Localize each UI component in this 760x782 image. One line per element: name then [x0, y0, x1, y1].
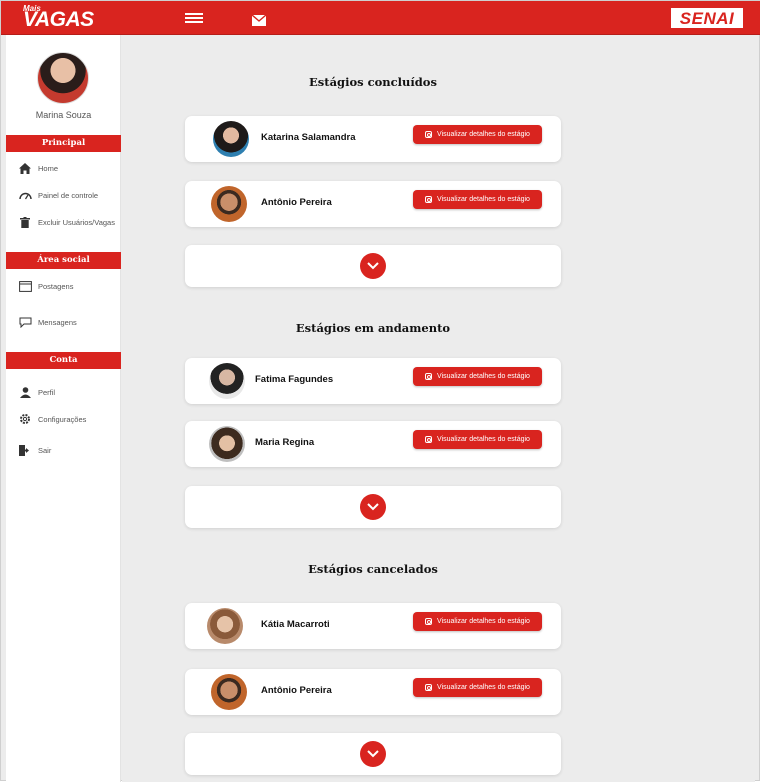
show-more-card [185, 733, 561, 775]
gear-icon [18, 412, 32, 426]
expand-button[interactable] [360, 494, 386, 520]
button-label: Visualizar detalhes do estágio [437, 436, 530, 443]
top-bar: Mais VAGAS SENAI [1, 1, 760, 35]
section-header-conta: Conta [6, 352, 121, 369]
posts-icon [18, 279, 32, 293]
main-content: Estágios concluídos Katarina Salamandra … [122, 35, 755, 782]
sidebar-item-label: Sair [38, 445, 52, 455]
section-header-area-social: Área social [6, 252, 121, 269]
senai-logo: SENAI [671, 8, 743, 28]
search-icon [425, 373, 433, 380]
button-label: Visualizar detalhes do estágio [437, 618, 530, 625]
home-icon [18, 161, 32, 175]
chat-icon [18, 315, 32, 329]
show-more-card [185, 245, 561, 287]
sidebar-item-label: Configurações [38, 414, 87, 424]
person-avatar [209, 363, 245, 399]
hamburger-icon[interactable] [185, 13, 205, 25]
envelope-icon[interactable] [251, 13, 268, 26]
sidebar-item-painel[interactable]: Painel de controle [18, 187, 98, 203]
section-header-principal: Principal [6, 135, 121, 152]
sidebar-item-label: Painel de controle [38, 190, 99, 200]
button-label: Visualizar detalhes do estágio [437, 196, 530, 203]
sidebar: Marina Souza Principal Home Painel de co… [6, 35, 121, 782]
user-name: Marina Souza [35, 110, 92, 120]
dashboard-icon [18, 188, 32, 202]
sidebar-item-sair[interactable]: Sair [18, 442, 51, 458]
person-name: Antônio Pereira [261, 685, 332, 696]
chevron-down-icon [367, 503, 379, 511]
logout-icon [18, 443, 32, 457]
view-details-button[interactable]: Visualizar detalhes do estágio [413, 612, 542, 631]
view-details-button[interactable]: Visualizar detalhes do estágio [413, 125, 542, 144]
person-name: Maria Regina [255, 437, 315, 448]
internship-card: Fatima Fagundes Visualizar detalhes do e… [185, 358, 561, 404]
search-icon [425, 618, 433, 625]
search-icon [425, 684, 433, 691]
person-name: Kátia Macarroti [261, 619, 330, 630]
view-details-button[interactable]: Visualizar detalhes do estágio [413, 190, 542, 209]
expand-button[interactable] [360, 253, 386, 279]
internship-card: Katarina Salamandra Visualizar detalhes … [185, 116, 561, 162]
search-icon [425, 196, 433, 203]
internship-card: Antônio Pereira Visualizar detalhes do e… [185, 669, 561, 715]
person-avatar [211, 674, 247, 710]
show-more-card [185, 486, 561, 528]
app-window: Mais VAGAS SENAI Marina Souza Principal … [0, 0, 760, 782]
sidebar-item-excluir[interactable]: Excluir Usuários/Vagas [18, 214, 115, 230]
person-avatar [213, 121, 249, 157]
search-icon [425, 131, 433, 138]
sidebar-item-label: Mensagens [38, 317, 77, 327]
sidebar-item-configuracoes[interactable]: Configurações [18, 411, 86, 427]
sidebar-item-label: Postagens [38, 281, 74, 291]
sidebar-item-postagens[interactable]: Postagens [18, 278, 73, 294]
search-icon [425, 436, 433, 443]
sidebar-item-label: Home [38, 163, 59, 173]
person-avatar [211, 186, 247, 222]
section-title-em-andamento: Estágios em andamento [295, 321, 451, 335]
sidebar-item-home[interactable]: Home [18, 160, 58, 176]
person-name: Fatima Fagundes [255, 374, 334, 385]
internship-card: Kátia Macarroti Visualizar detalhes do e… [185, 603, 561, 649]
sidebar-item-label: Excluir Usuários/Vagas [38, 217, 115, 227]
chevron-down-icon [367, 750, 379, 758]
button-label: Visualizar detalhes do estágio [437, 373, 530, 380]
person-name: Katarina Salamandra [261, 132, 356, 143]
person-avatar [207, 608, 243, 644]
person-name: Antônio Pereira [261, 197, 332, 208]
view-details-button[interactable]: Visualizar detalhes do estágio [413, 430, 542, 449]
user-avatar[interactable] [37, 52, 89, 104]
user-icon [18, 385, 32, 399]
button-label: Visualizar detalhes do estágio [437, 684, 530, 691]
sidebar-item-label: Perfil [38, 387, 56, 397]
internship-card: Antônio Pereira Visualizar detalhes do e… [185, 181, 561, 227]
chevron-down-icon [367, 262, 379, 270]
section-title-concluidos: Estágios concluídos [309, 75, 437, 89]
sidebar-item-mensagens[interactable]: Mensagens [18, 314, 77, 330]
button-label: Visualizar detalhes do estágio [437, 131, 530, 138]
view-details-button[interactable]: Visualizar detalhes do estágio [413, 367, 542, 386]
sidebar-item-perfil[interactable]: Perfil [18, 384, 55, 400]
trash-icon [18, 215, 32, 229]
logo-main-text: VAGAS [23, 8, 94, 31]
expand-button[interactable] [360, 741, 386, 767]
app-logo[interactable]: Mais VAGAS [23, 4, 94, 32]
section-title-cancelados: Estágios cancelados [308, 562, 438, 576]
view-details-button[interactable]: Visualizar detalhes do estágio [413, 678, 542, 697]
internship-card: Maria Regina Visualizar detalhes do está… [185, 421, 561, 467]
person-avatar [209, 426, 245, 462]
